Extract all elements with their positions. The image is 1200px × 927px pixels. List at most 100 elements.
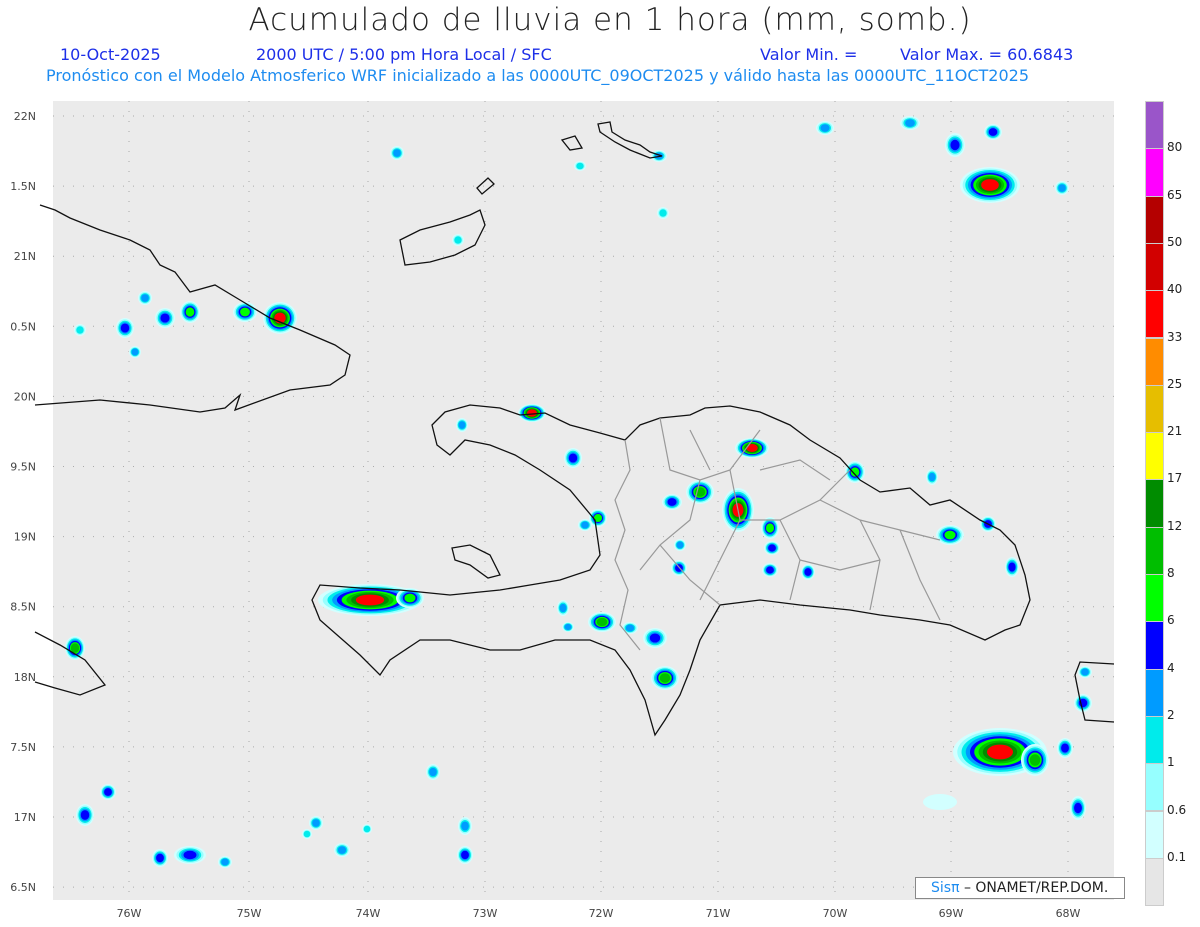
- rain-contour: [768, 544, 776, 552]
- rain-contour: [429, 767, 437, 777]
- rain-cell: [686, 480, 714, 504]
- colorbar-label: 65: [1167, 187, 1183, 202]
- lat-label: 0.5N: [10, 320, 36, 333]
- colorbar-swatch: [1145, 432, 1164, 481]
- rain-contour: [70, 643, 80, 653]
- lat-label: 22N: [14, 110, 36, 123]
- rain-contour: [649, 633, 661, 643]
- rain-cell: [984, 124, 1002, 140]
- rain-contour: [458, 421, 466, 429]
- lon-label: 75W: [237, 907, 262, 920]
- rain-cell: [1021, 744, 1049, 776]
- rain-contour: [461, 850, 469, 860]
- rainfall-map: 76W 75W 74W 73W 72W 71W 70W 69W 68W 22N 1.5N 21N 0.5…: [10, 101, 1115, 920]
- rain-contour: [596, 617, 608, 627]
- rain-cell: [129, 346, 141, 358]
- rain-contour: [527, 409, 537, 417]
- colorbar-swatch: [1145, 621, 1164, 670]
- rain-cell: [180, 301, 200, 323]
- rain-cell: [1055, 181, 1069, 195]
- rain-contour: [944, 530, 956, 540]
- rain-contour: [987, 744, 1013, 760]
- rain-contour: [988, 128, 998, 136]
- rain-contour: [393, 149, 401, 157]
- colorbar-swatch: [1145, 763, 1164, 812]
- rain-cell: [309, 816, 323, 830]
- rain-cell: [816, 121, 834, 135]
- rain-contour: [1008, 562, 1016, 572]
- rain-contour: [568, 453, 578, 463]
- rain-cell: [643, 628, 667, 648]
- rain-contour: [76, 326, 84, 334]
- colorbar-swatch: [1145, 715, 1164, 765]
- rain-cell: [960, 167, 1020, 203]
- lat-label: 21N: [14, 250, 36, 263]
- lon-label: 70W: [823, 907, 848, 920]
- colorbar-label: 12: [1167, 518, 1183, 533]
- rain-contour: [1074, 802, 1082, 814]
- colorbar-label: 80: [1167, 140, 1183, 155]
- lon-label: 69W: [939, 907, 964, 920]
- rain-contour: [363, 825, 371, 833]
- rain-contour: [337, 846, 347, 854]
- lat-label: 19N: [14, 531, 36, 544]
- rain-cell: [302, 829, 312, 839]
- rain-cell: [1074, 694, 1092, 712]
- lat-label: 18N: [14, 671, 36, 684]
- rain-cell: [452, 234, 464, 246]
- colorbar-label: 17: [1167, 471, 1183, 486]
- rain-cell: [936, 525, 964, 545]
- rain-contour: [659, 209, 667, 217]
- rain-cell: [65, 636, 85, 660]
- rain-cell: [174, 846, 206, 864]
- rain-contour: [404, 593, 416, 603]
- rain-contour: [80, 810, 90, 820]
- colorbar-swatch: [1145, 384, 1164, 434]
- rain-contour: [454, 236, 462, 244]
- colorbar-label: 4: [1167, 660, 1175, 675]
- rain-cell: [945, 133, 965, 157]
- lon-label: 73W: [473, 907, 498, 920]
- lat-label: 8.5N: [10, 601, 36, 614]
- rain-cell: [362, 824, 372, 834]
- rain-contour: [312, 819, 320, 827]
- rain-cell: [334, 843, 350, 857]
- colorbar-swatch: [1145, 479, 1164, 528]
- rain-contour: [240, 307, 250, 317]
- sispi-logo: Sisπ: [931, 880, 960, 896]
- colorbar-label: 8: [1167, 566, 1175, 580]
- rain-contour: [461, 821, 469, 831]
- colorbar-label: 40: [1167, 282, 1183, 297]
- rain-cell: [557, 600, 569, 616]
- rain-cell: [152, 849, 168, 867]
- rain-cell: [1078, 666, 1092, 678]
- rain-contour: [659, 673, 671, 683]
- lat-label: 9.5N: [10, 461, 36, 474]
- rain-contour: [156, 853, 164, 863]
- rain-contour: [766, 566, 774, 574]
- rain-cell: [76, 804, 94, 826]
- rain-contour: [820, 124, 830, 132]
- rain-cell: [926, 469, 938, 485]
- rain-cell: [923, 794, 957, 810]
- rain-contour: [221, 858, 229, 866]
- rain-cell: [155, 308, 175, 328]
- colorbar-swatch: [1145, 195, 1164, 244]
- rain-cell: [457, 846, 473, 864]
- rain-contour: [183, 850, 197, 860]
- rain-cell: [564, 448, 582, 468]
- rain-cell: [900, 116, 920, 130]
- colorbar-swatch: [1145, 148, 1164, 197]
- rain-contour: [676, 541, 684, 549]
- rain-cell: [574, 161, 586, 171]
- rain-cell: [588, 612, 616, 632]
- rain-contour: [625, 624, 635, 632]
- colorbar-label: 0.6: [1167, 802, 1187, 817]
- rain-cell: [657, 207, 669, 219]
- lon-label: 71W: [706, 907, 731, 920]
- colorbar-label: 33: [1167, 329, 1183, 344]
- colorbar-label: 25: [1167, 376, 1183, 391]
- rain-contour: [1081, 668, 1089, 676]
- lon-label: 76W: [117, 907, 142, 920]
- rain-cell: [426, 764, 440, 780]
